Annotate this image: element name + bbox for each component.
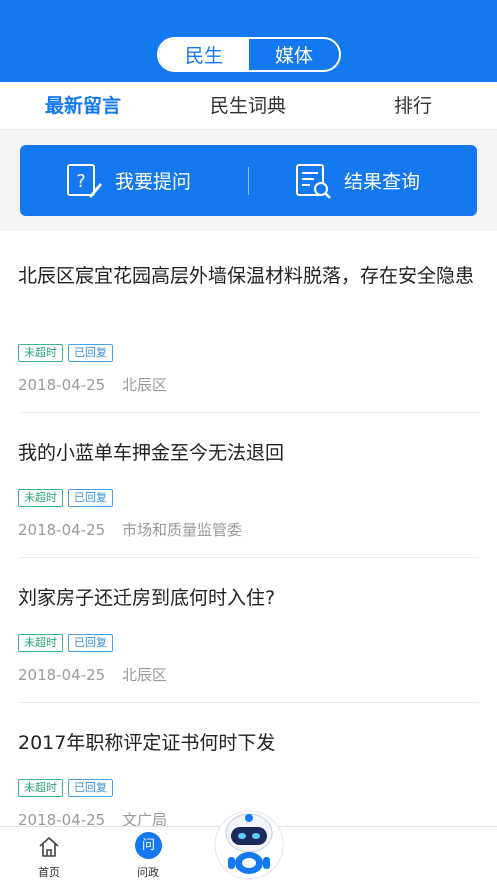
search-document-icon	[296, 163, 331, 199]
action-bar: ? 我要提问 结果查询	[20, 145, 477, 216]
item-title: 刘家房子还迁房到底何时入住?	[18, 587, 276, 609]
item-tags: 未超时 已回复	[18, 634, 113, 652]
nav-ask[interactable]: 问 问政	[118, 827, 178, 883]
status-badge-timeout: 未超时	[18, 344, 63, 362]
item-title: 2017年职称评定证书何时下发	[18, 732, 276, 754]
status-badge-replied: 已回复	[68, 489, 113, 507]
nav-home-label: 首页	[38, 866, 60, 879]
item-meta: 2018-04-25 北辰区	[18, 374, 167, 395]
item-meta: 2018-04-25 北辰区	[18, 664, 167, 685]
item-tags: 未超时 已回复	[18, 489, 113, 507]
item-date: 2018-04-25	[18, 666, 106, 684]
status-badge-timeout: 未超时	[18, 779, 63, 797]
item-department: 市场和质量监管委	[121, 521, 242, 539]
item-date: 2018-04-25	[18, 376, 106, 394]
ask-question-label: 我要提问	[115, 171, 192, 193]
status-badge-replied: 已回复	[68, 344, 113, 362]
action-divider	[248, 167, 249, 195]
item-title: 我的小蓝单车押金至今无法退回	[18, 442, 285, 464]
top-header: 民生 媒体	[0, 0, 497, 82]
ask-question-button[interactable]: ? 我要提问	[65, 145, 191, 216]
segment-control: 民生 媒体	[157, 37, 341, 72]
status-badge-timeout: 未超时	[18, 634, 63, 652]
ask-icon: 问	[135, 832, 162, 859]
tab-dictionary[interactable]: 民生词典	[195, 82, 301, 130]
result-query-label: 结果查询	[344, 171, 421, 193]
robot-assistant-icon[interactable]	[214, 803, 284, 883]
segment-meiti[interactable]: 媒体	[249, 39, 339, 70]
item-tags: 未超时 已回复	[18, 779, 113, 797]
status-badge-replied: 已回复	[68, 634, 113, 652]
result-query-button[interactable]: 结果查询	[294, 145, 420, 216]
question-document-icon: ?	[67, 163, 102, 198]
item-date: 2018-04-25	[18, 521, 106, 539]
nav-ask-label: 问政	[137, 866, 159, 879]
tab-bar: 最新留言 民生词典 排行	[0, 82, 497, 130]
status-badge-replied: 已回复	[68, 779, 113, 797]
list-item[interactable]: 北辰区宸宜花园高层外墙保温材料脱落，存在安全隐患 未超时 已回复 2018-04…	[18, 231, 479, 413]
list-item[interactable]: 刘家房子还迁房到底何时入住? 未超时 已回复 2018-04-25 北辰区	[18, 558, 479, 703]
nav-home[interactable]: 首页	[19, 827, 79, 883]
status-badge-timeout: 未超时	[18, 489, 63, 507]
svg-text:?: ?	[76, 171, 86, 192]
list-item[interactable]: 我的小蓝单车押金至今无法退回 未超时 已回复 2018-04-25 市场和质量监…	[18, 413, 479, 558]
item-tags: 未超时 已回复	[18, 344, 113, 362]
item-meta: 2018-04-25 市场和质量监管委	[18, 519, 242, 540]
tab-latest-messages[interactable]: 最新留言	[30, 82, 136, 130]
item-department: 北辰区	[121, 666, 167, 684]
segment-minsheng[interactable]: 民生	[159, 39, 249, 70]
item-title: 北辰区宸宜花园高层外墙保温材料脱落，存在安全隐患	[18, 265, 475, 287]
item-department: 北辰区	[121, 376, 167, 394]
home-icon	[39, 837, 59, 857]
tab-ranking[interactable]: 排行	[382, 82, 444, 130]
